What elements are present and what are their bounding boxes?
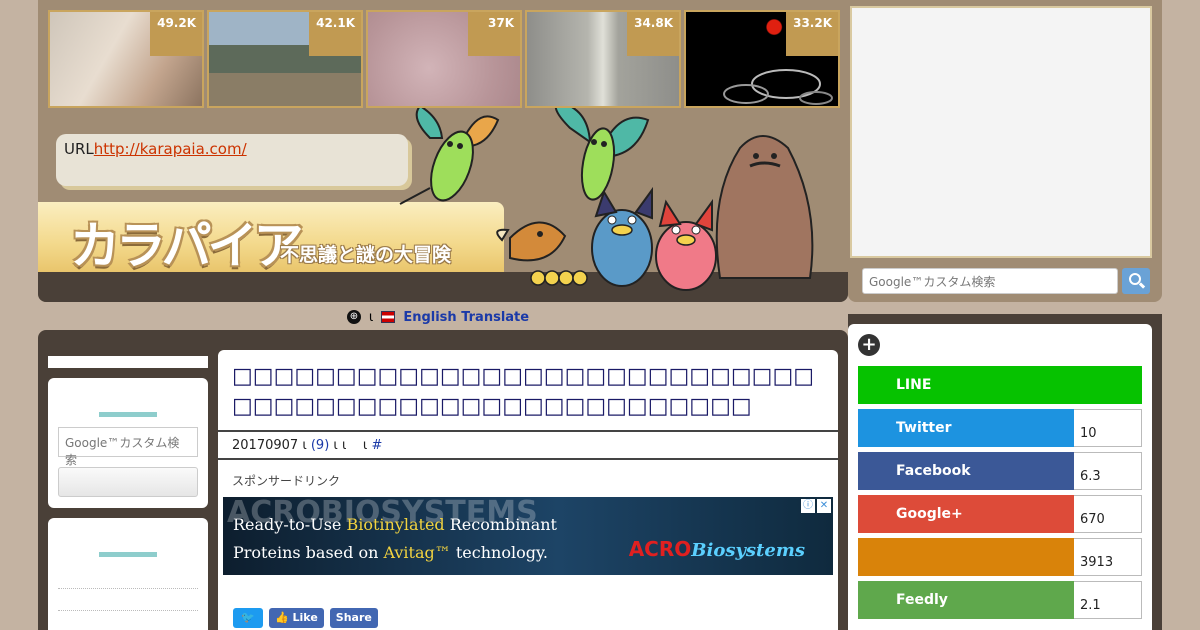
separator: ι ι	[333, 438, 347, 453]
facebook-share-button[interactable]: Share	[329, 608, 378, 628]
sidebar-search-box: Google™カスタム検索	[48, 378, 208, 508]
view-count-badge: 37K	[468, 12, 520, 56]
sidebar-list-box	[48, 518, 208, 630]
sponsored-link-label: スポンサードリンク	[232, 474, 341, 488]
view-count-badge: 49.2K	[150, 12, 202, 56]
section-divider	[99, 412, 157, 417]
site-logo[interactable]: カラパイア	[70, 206, 303, 278]
tweet-button[interactable]: 🐦	[233, 608, 263, 628]
url-label: URL	[64, 140, 94, 158]
share-count: 6.3	[1074, 452, 1142, 490]
globe-icon[interactable]: ⊕	[346, 310, 361, 324]
share-twitter[interactable]: Twitter 10	[858, 409, 1142, 447]
popular-thumb-1[interactable]: 49.2K	[48, 10, 204, 108]
view-count-badge: 33.2K	[786, 12, 838, 56]
translate-bar: ⊕ ι English Translate	[38, 304, 838, 330]
site-url-box: URLhttp://karapaia.com/	[56, 134, 408, 186]
separator: ι	[368, 309, 374, 325]
share-count: 2.1	[1074, 581, 1142, 619]
share-count: 3913	[1074, 538, 1142, 576]
sidebar-ad-slot[interactable]	[850, 6, 1152, 258]
plus-icon[interactable]: +	[858, 334, 880, 356]
english-translate-link[interactable]: English Translate	[403, 310, 529, 325]
section-divider	[99, 552, 157, 557]
share-panel: + LINE Twitter 10 Facebook 6.3 Google+ 6…	[848, 324, 1152, 630]
site-url-link[interactable]: http://karapaia.com/	[94, 140, 247, 158]
popular-thumb-4[interactable]: 34.8K	[525, 10, 681, 108]
list-item[interactable]	[58, 567, 198, 589]
ad-line-2: Proteins based on Avitag™ technology.	[233, 543, 548, 562]
facebook-like-button[interactable]: 👍 Like	[269, 608, 324, 628]
share-hatena[interactable]: 3913	[858, 538, 1142, 576]
hash-link[interactable]: #	[371, 438, 382, 453]
share-count: 10	[1074, 409, 1142, 447]
uk-flag-icon	[381, 311, 396, 323]
article-title[interactable]: □□□□□□□□□□□□□□□□□□□□□□□□□□□□□□□□□□□□□□□□…	[218, 350, 838, 430]
popular-thumb-3[interactable]: 37K	[366, 10, 522, 108]
banner-ad[interactable]: ACROBIOSYSTEMS Ready-to-Use Biotinylated…	[223, 497, 833, 575]
search-button[interactable]	[1122, 268, 1150, 294]
article-share-row: 🐦 👍 Like Share	[233, 608, 378, 628]
share-facebook[interactable]: Facebook 6.3	[858, 452, 1142, 490]
right-search-input[interactable]: Google™カスタム検索	[862, 268, 1118, 294]
list-item[interactable]	[58, 589, 198, 611]
popular-thumb-2[interactable]: 42.1K	[207, 10, 363, 108]
share-line[interactable]: LINE	[858, 366, 1142, 404]
separator: ι	[302, 438, 307, 453]
share-count: 670	[1074, 495, 1142, 533]
list-item[interactable]	[58, 611, 198, 630]
ad-controls: ⓘ ✕	[801, 499, 831, 513]
popular-thumb-5[interactable]: 33.2K	[684, 10, 840, 108]
share-feedly[interactable]: Feedly 2.1	[858, 581, 1142, 619]
sidebar-header-strip	[48, 356, 208, 368]
view-count-badge: 42.1K	[309, 12, 361, 56]
share-google-plus[interactable]: Google+ 670	[858, 495, 1142, 533]
ad-line-1: Ready-to-Use Biotinylated Recombinant	[233, 515, 557, 534]
mascot-illustration	[399, 108, 814, 291]
sidebar-search-button[interactable]	[58, 467, 198, 497]
article-date: 20170907	[232, 438, 299, 453]
article-card: □□□□□□□□□□□□□□□□□□□□□□□□□□□□□□□□□□□□□□□□…	[218, 350, 838, 630]
ad-info-icon[interactable]: ⓘ	[801, 499, 815, 513]
comment-count-link[interactable]: (9)	[311, 438, 329, 453]
article-meta: 20170907 ι (9) ι ι ι #	[218, 430, 838, 460]
ad-close-icon[interactable]: ✕	[817, 499, 831, 513]
view-count-badge: 34.8K	[627, 12, 679, 56]
sidebar-search-input[interactable]: Google™カスタム検索	[58, 427, 198, 467]
separator: ι	[362, 438, 368, 453]
ad-brand-logo: ACROBiosystems	[628, 537, 805, 561]
